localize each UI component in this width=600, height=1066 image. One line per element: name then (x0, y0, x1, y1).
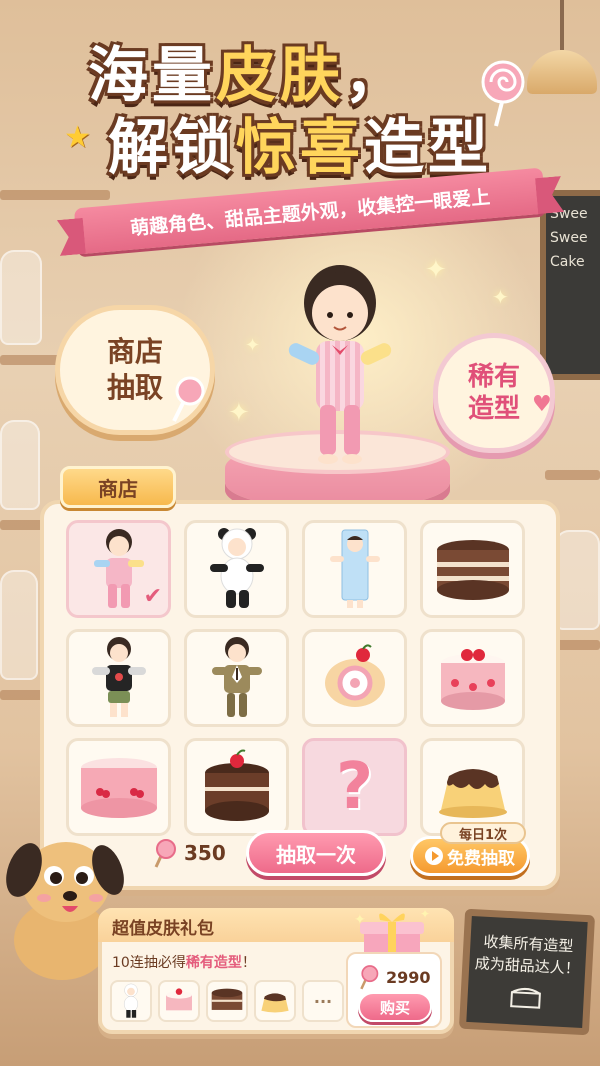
shelf (545, 470, 600, 480)
lollipop-icon (154, 839, 176, 868)
strawberry-cake-icon (440, 649, 505, 710)
headline-line-1: 海量皮肤， (60, 40, 530, 112)
bundle-more-items[interactable]: ··· (302, 980, 344, 1022)
milk-carton-outfit-icon (329, 529, 380, 608)
candy-jar (555, 530, 600, 630)
sparkle-icon: ✦ (492, 285, 509, 309)
skin-grid: ✔ ? (66, 520, 526, 836)
board-text: Swee (550, 230, 588, 246)
lollipop-icon (172, 376, 205, 422)
board-text: Cake (550, 254, 585, 270)
svg-text:✦: ✦ (354, 912, 366, 928)
skin-item-pajama[interactable]: ✔ (66, 520, 171, 618)
candy-jar (0, 420, 40, 510)
question-mark-icon: ? (335, 750, 374, 824)
candy-jar (0, 250, 42, 345)
lollipop-icon (360, 965, 379, 990)
candy-amount: 350 (184, 841, 226, 865)
headline: 海量皮肤， 解锁惊喜造型 (60, 40, 530, 184)
sparkle-icon: ✦ (228, 398, 250, 428)
heart-icon: ♥ (532, 392, 552, 417)
skin-item-black-tshirt[interactable] (66, 629, 171, 727)
chocolate-layer-cake-icon (211, 988, 243, 1010)
badge-text: 造型 (467, 394, 520, 424)
skin-item-milk-carton[interactable] (302, 520, 407, 618)
headline-text: 海量 (88, 41, 216, 111)
buy-label: 购买 (379, 998, 410, 1017)
chalkboard-sign: 收集所有造型 成为甜品达人！ (458, 908, 596, 1036)
sparkle-icon: ✦ (425, 255, 447, 285)
chalkboard-text: 成为甜品达人！ (474, 954, 581, 978)
skin-item-chocolate-cherry-cake[interactable] (184, 738, 289, 836)
lollipop-icon (481, 60, 525, 127)
headline-text: 造型 (364, 113, 492, 183)
panda-outfit-icon (123, 983, 139, 1018)
chocolate-cherry-cake-icon (204, 749, 269, 821)
headline-line-2: 解锁惊喜造型 (60, 112, 530, 184)
bundle-price-amount: 2990 (386, 967, 431, 987)
character-preview (288, 265, 392, 464)
strawberry-roll-cake-icon (324, 644, 385, 707)
bundle-item-pudding (254, 980, 296, 1022)
bundle-description: 10连抽必得稀有造型！ (112, 952, 256, 972)
daily-limit-text: 每日1次 (458, 827, 508, 843)
headline-highlight: 皮肤 (216, 41, 344, 111)
skin-item-panda[interactable] (184, 520, 289, 618)
skin-item-mystery[interactable]: ? (302, 738, 407, 836)
candy-jar (0, 570, 38, 680)
bundle-preview-row: ··· (110, 980, 344, 1022)
cherry-roll-cake-icon (80, 758, 157, 818)
headline-highlight: 惊喜 (236, 113, 364, 183)
bundle-item-strawberry-cake (158, 980, 200, 1022)
badge-text: 抽取 (106, 371, 163, 404)
badge-text: 商店 (106, 335, 163, 368)
headline-text: ， (344, 41, 408, 111)
bundle-item-panda (110, 980, 152, 1022)
skin-item-chocolate-cake[interactable] (420, 520, 525, 618)
daily-limit-tag: 每日1次 (440, 822, 526, 844)
strawberry-cake-icon (166, 988, 192, 1011)
svg-text:✦: ✦ (420, 907, 430, 921)
headline-text: 解锁 (108, 113, 236, 183)
bundle-item-chocolate-cake (206, 980, 248, 1022)
skin-item-suit[interactable] (184, 629, 289, 727)
candy-balance: 350 (152, 838, 226, 868)
shop-tab[interactable]: 商店 (60, 466, 176, 508)
lamp-cord (560, 0, 564, 50)
free-draw-label: 免费抽取 (447, 848, 515, 869)
panda-outfit-icon (209, 528, 264, 608)
shelf (0, 190, 110, 200)
skin-item-strawberry-roll[interactable] (302, 629, 407, 727)
draw-once-button[interactable]: 抽取一次 (246, 830, 386, 876)
pudding-icon (438, 769, 507, 818)
shop-tab-label: 商店 (98, 476, 138, 501)
skin-item-strawberry-cake[interactable] (420, 629, 525, 727)
chocolate-layer-cake-icon (436, 540, 509, 600)
suit-outfit-icon (211, 637, 262, 717)
black-tshirt-outfit-icon (91, 637, 146, 717)
play-icon (425, 847, 443, 865)
cake-doodle-icon (510, 987, 541, 1009)
bundle-desc-text: ！ (241, 955, 256, 971)
bundle-price: 2990 (358, 964, 431, 990)
badge-text: 稀有 (467, 362, 520, 392)
menu-board: Swee Swee Cake (540, 190, 600, 380)
buy-button[interactable]: 购买 (358, 992, 432, 1022)
bundle-desc-highlight: 稀有造型 (185, 955, 242, 971)
sparkle-icon: ✦ (245, 335, 261, 356)
selected-check-icon: ✔ (143, 584, 162, 609)
bundle-title: 超值皮肤礼包 (112, 919, 214, 939)
star-icon: ★ (64, 120, 91, 155)
more-icon: ··· (313, 991, 333, 1011)
bundle-desc-text: 10连抽必得 (112, 955, 186, 971)
pudding-icon (261, 993, 289, 1013)
draw-once-label: 抽取一次 (276, 842, 356, 867)
